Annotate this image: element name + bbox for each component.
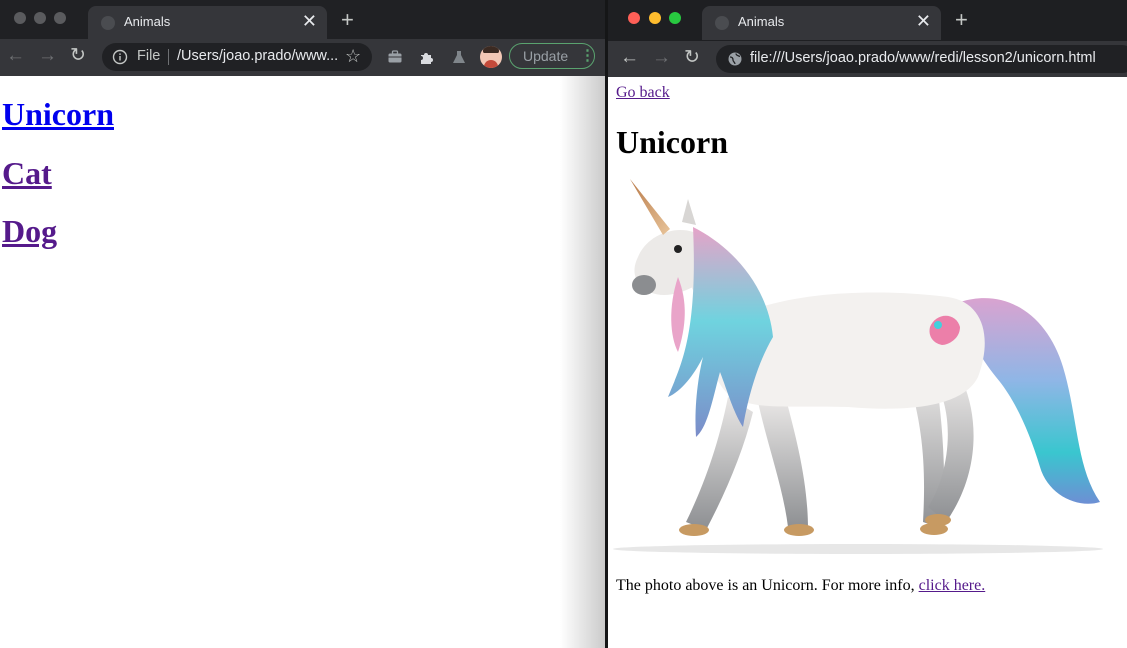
- zoom-window-button[interactable]: [54, 12, 66, 24]
- dog-link[interactable]: Dog: [2, 213, 57, 250]
- close-tab-icon[interactable]: ✕: [302, 11, 317, 31]
- right-toolbar: ← → ↻ file:///Users/joao.prado/www/redi/…: [608, 41, 1127, 77]
- zoom-window-button[interactable]: [669, 12, 681, 24]
- right-page-content: Go back Unicorn The photo above is an Un…: [608, 77, 1127, 648]
- address-bar[interactable]: file:///Users/joao.prado/www/redi/lesson…: [716, 45, 1127, 73]
- bookmark-star-icon[interactable]: ☆: [345, 46, 361, 67]
- briefcase-extension-icon[interactable]: [387, 49, 403, 65]
- tab-animals[interactable]: Animals ✕: [88, 6, 327, 40]
- left-toolbar: ← → ↻ File /Users/joao.prado/www... ☆ Up…: [0, 39, 605, 76]
- forward-arrow-icon[interactable]: →: [38, 45, 57, 67]
- new-tab-button[interactable]: +: [955, 9, 968, 31]
- globe-icon: [715, 16, 729, 30]
- labs-flask-icon[interactable]: [451, 49, 467, 65]
- right-tab-strip: Animals ✕ +: [608, 0, 1127, 41]
- page-heading: Unicorn: [616, 124, 728, 160]
- caption-text: The photo above is an Unicorn. For more …: [616, 577, 919, 594]
- reload-icon[interactable]: ↻: [684, 47, 700, 69]
- go-back-link[interactable]: Go back: [616, 84, 670, 102]
- profile-avatar[interactable]: [480, 46, 502, 68]
- back-arrow-icon[interactable]: ←: [620, 47, 639, 69]
- tab-title: Animals: [738, 14, 785, 29]
- globe-icon: [101, 16, 115, 30]
- left-page-content: Unicorn Cat Dog: [0, 76, 605, 648]
- url-text[interactable]: file:///Users/joao.prado/www/redi/lesson…: [750, 50, 1096, 66]
- caption-paragraph: The photo above is an Unicorn. For more …: [616, 577, 985, 595]
- cat-link[interactable]: Cat: [2, 155, 52, 192]
- url-text[interactable]: /Users/joao.prado/www...: [177, 48, 338, 64]
- url-scheme-label: File: [137, 48, 161, 64]
- minimize-window-button[interactable]: [34, 12, 46, 24]
- reload-icon[interactable]: ↻: [70, 45, 86, 67]
- address-bar[interactable]: File /Users/joao.prado/www... ☆: [102, 43, 372, 71]
- close-window-button[interactable]: [628, 12, 640, 24]
- info-icon[interactable]: [112, 49, 128, 65]
- more-info-link[interactable]: click here.: [919, 577, 986, 594]
- close-tab-icon[interactable]: ✕: [916, 11, 931, 31]
- update-label: Update: [523, 48, 569, 64]
- unicorn-photo: [613, 179, 1103, 554]
- minimize-window-button[interactable]: [649, 12, 661, 24]
- forward-arrow-icon[interactable]: →: [652, 47, 671, 69]
- right-browser-window: Animals ✕ + ← → ↻ file:///Users/joao.pra…: [608, 0, 1127, 648]
- close-window-button[interactable]: [14, 12, 26, 24]
- puzzle-extensions-icon[interactable]: [419, 49, 435, 65]
- menu-dots-icon[interactable]: ⋮: [580, 46, 595, 64]
- update-button[interactable]: Update ⋮: [509, 43, 595, 69]
- left-browser-window: Animals ✕ + ← → ↻ File /Users/joao.prado…: [0, 0, 605, 648]
- omnibox-separator: [168, 49, 169, 65]
- tab-animals[interactable]: Animals ✕: [702, 6, 941, 40]
- tab-title: Animals: [124, 14, 171, 29]
- unicorn-link[interactable]: Unicorn: [2, 96, 114, 133]
- left-tab-strip: Animals ✕ +: [0, 0, 605, 40]
- new-tab-button[interactable]: +: [341, 9, 354, 31]
- back-arrow-icon[interactable]: ←: [6, 45, 25, 67]
- globe-icon[interactable]: [727, 51, 743, 67]
